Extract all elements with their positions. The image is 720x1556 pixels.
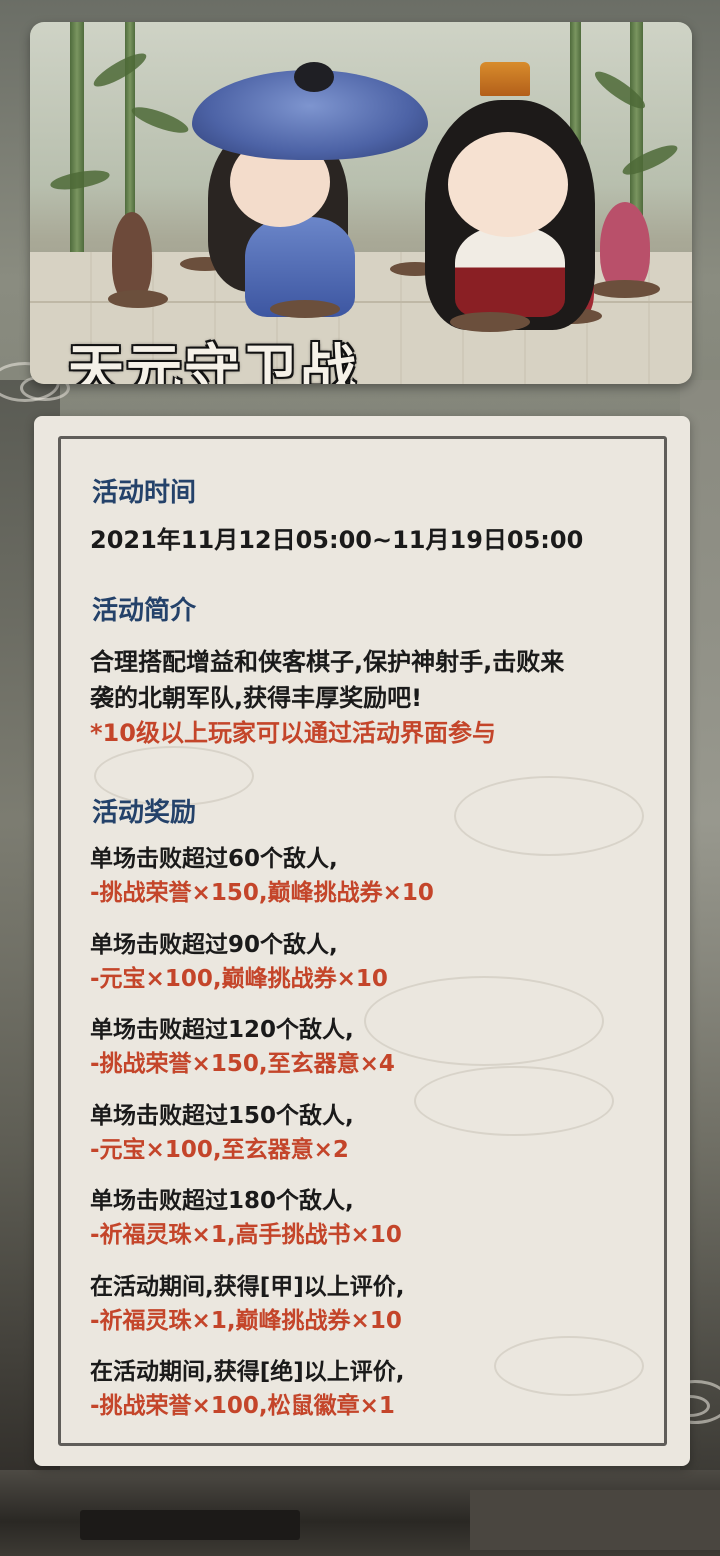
section-heading-time: 活动时间 bbox=[92, 478, 197, 508]
participation-note: *10级以上玩家可以通过活动界面参与 bbox=[90, 719, 496, 747]
section-heading-rewards: 活动奖励 bbox=[92, 798, 197, 828]
intro-text-line-1: 合理搭配增益和侠客棋子,保护神射手,击败来 bbox=[90, 648, 565, 676]
reward-prize: -祈福灵珠×1,高手挑战书×10 bbox=[90, 1222, 402, 1248]
reward-prize: -祈福灵珠×1,巅峰挑战券×10 bbox=[90, 1308, 402, 1334]
reward-item: 在活动期间,获得[甲]以上评价, -祈福灵珠×1,巅峰挑战券×10 bbox=[90, 1270, 405, 1338]
reward-condition: 在活动期间,获得[绝]以上评价, bbox=[90, 1359, 405, 1385]
reward-prize: -挑战荣誉×100,松鼠徽章×1 bbox=[90, 1393, 395, 1419]
reward-prize: -元宝×100,巅峰挑战券×10 bbox=[90, 966, 388, 992]
reward-condition: 单场击败超过150个敌人, bbox=[90, 1103, 354, 1129]
section-heading-intro: 活动简介 bbox=[92, 596, 197, 626]
intro-text-line-2: 袭的北朝军队,获得丰厚奖励吧! bbox=[90, 684, 423, 712]
reward-condition: 在活动期间,获得[甲]以上评价, bbox=[90, 1274, 405, 1300]
reward-prize: -挑战荣誉×150,巅峰挑战券×10 bbox=[90, 880, 434, 906]
banner-title: 天元守卫战 bbox=[68, 338, 358, 384]
reward-item: 在活动期间,获得[绝]以上评价, -挑战荣誉×100,松鼠徽章×1 bbox=[90, 1355, 405, 1423]
reward-condition: 单场击败超过180个敌人, bbox=[90, 1188, 354, 1214]
reward-condition: 单场击败超过90个敌人, bbox=[90, 932, 338, 958]
reward-item: 单场击败超过120个敌人, -挑战荣誉×150,至玄器意×4 bbox=[90, 1013, 395, 1081]
event-banner: 天元守卫战 bbox=[30, 22, 692, 384]
reward-item: 单场击败超过90个敌人, -元宝×100,巅峰挑战券×10 bbox=[90, 928, 388, 996]
reward-item: 单场击败超过60个敌人, -挑战荣誉×150,巅峰挑战券×10 bbox=[90, 842, 434, 910]
reward-condition: 单场击败超过60个敌人, bbox=[90, 846, 338, 872]
reward-condition: 单场击败超过120个敌人, bbox=[90, 1017, 354, 1043]
reward-prize: -挑战荣誉×150,至玄器意×4 bbox=[90, 1051, 395, 1077]
event-time-value: 2021年11月12日05:00~11月19日05:00 bbox=[90, 526, 584, 554]
reward-item: 单场击败超过180个敌人, -祈福灵珠×1,高手挑战书×10 bbox=[90, 1184, 402, 1252]
crown-ornament bbox=[480, 62, 530, 96]
background-bottom bbox=[0, 1470, 720, 1556]
reward-prize: -元宝×100,至玄器意×2 bbox=[90, 1137, 349, 1163]
reward-item: 单场击败超过150个敌人, -元宝×100,至玄器意×2 bbox=[90, 1099, 354, 1167]
